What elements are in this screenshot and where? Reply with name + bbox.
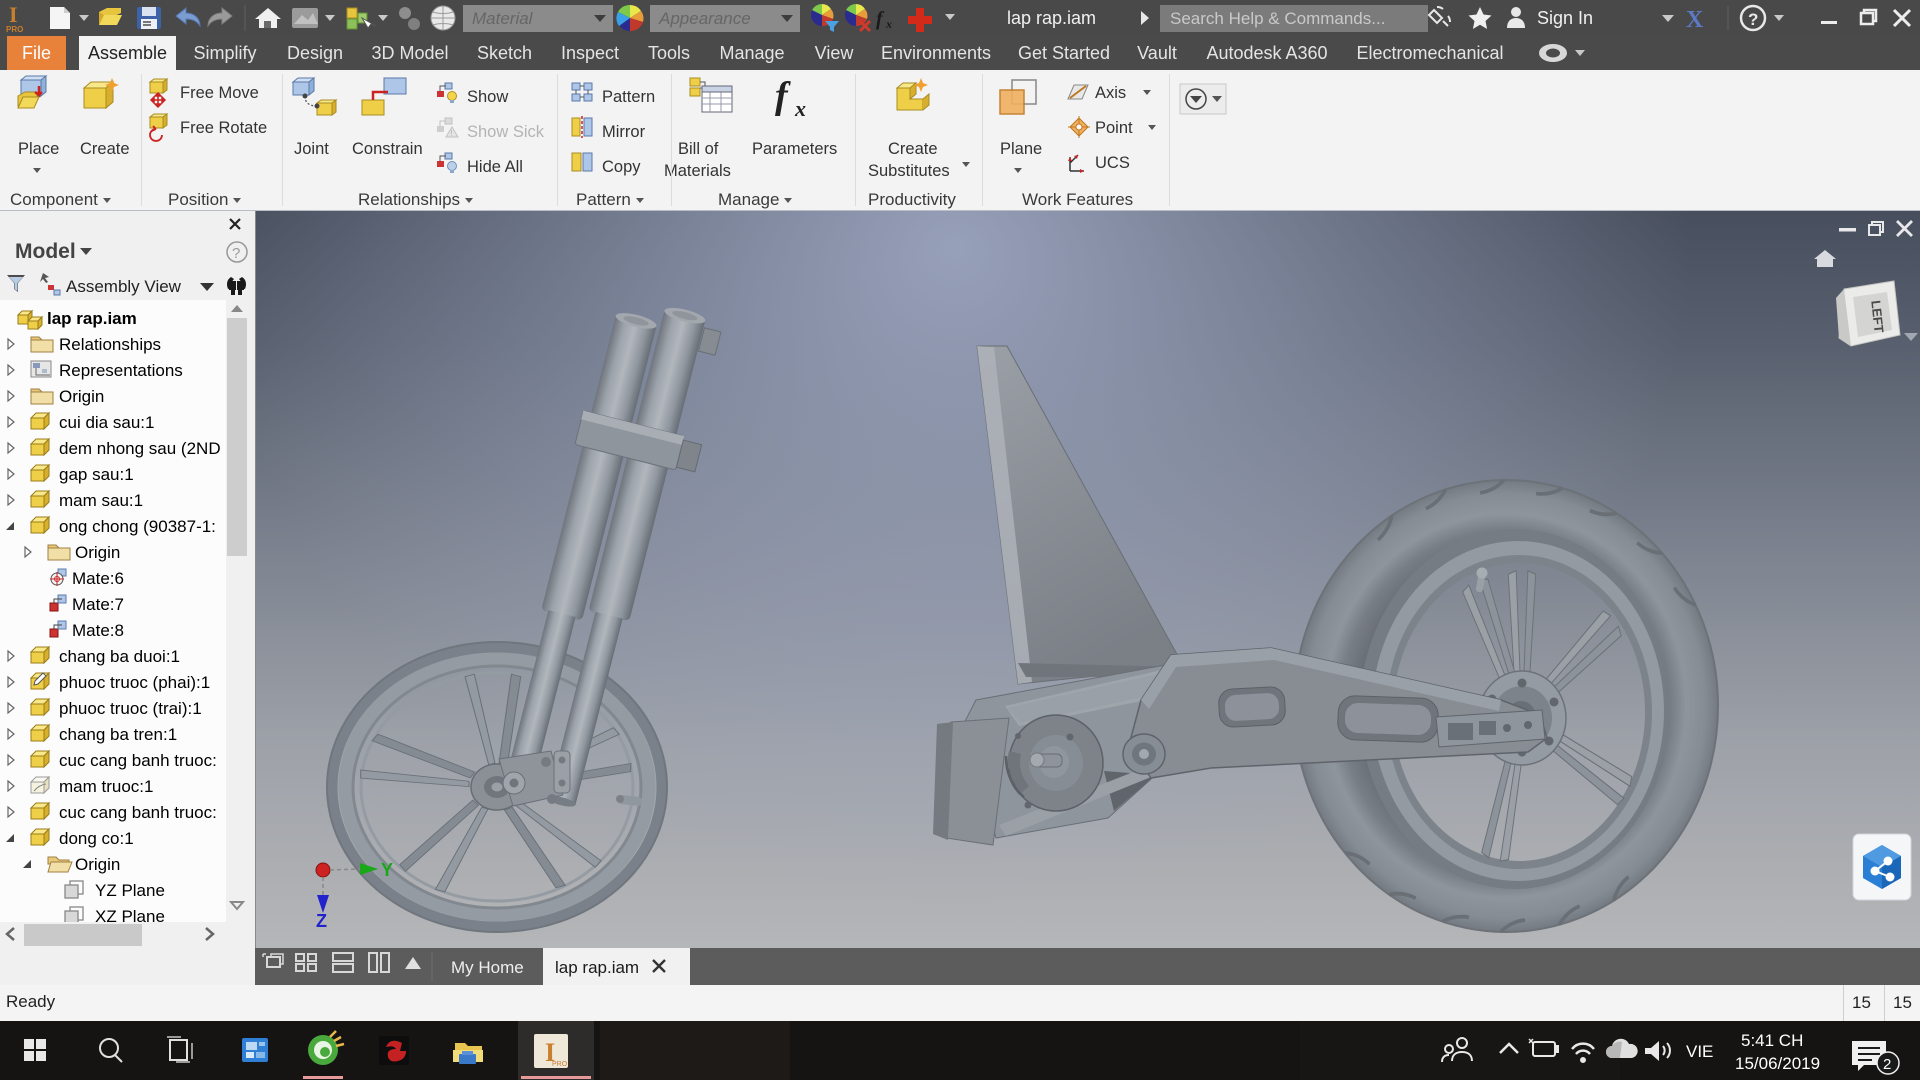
svg-text:Mate:6: Mate:6 <box>72 569 124 588</box>
svg-text:mam sau:1: mam sau:1 <box>59 491 143 510</box>
svg-text:PRO: PRO <box>6 25 23 34</box>
svg-text:Place: Place <box>18 140 59 158</box>
svg-text:I: I <box>9 2 18 27</box>
svg-text:VIE: VIE <box>1686 1042 1713 1061</box>
svg-text:ong chong (90387-1:: ong chong (90387-1: <box>59 517 216 536</box>
svg-text:Origin: Origin <box>75 855 120 874</box>
svg-text:lap rap.iam: lap rap.iam <box>555 958 639 977</box>
svg-text:Origin: Origin <box>75 543 120 562</box>
svg-text:?: ? <box>232 245 240 262</box>
svg-text:Axis: Axis <box>1095 84 1126 102</box>
svg-text:Bill of: Bill of <box>678 140 719 158</box>
svg-text:Search Help & Commands...: Search Help & Commands... <box>1170 9 1385 28</box>
svg-text:X: X <box>1686 7 1704 33</box>
svg-text:Joint: Joint <box>294 140 329 158</box>
svg-text:f: f <box>775 75 791 117</box>
svg-text:?: ? <box>1748 10 1758 29</box>
svg-text:cui dia sau:1: cui dia sau:1 <box>59 413 154 432</box>
svg-text:Substitutes: Substitutes <box>868 162 950 180</box>
svg-text:Show: Show <box>467 88 508 106</box>
svg-text:Pattern: Pattern <box>602 88 655 106</box>
svg-text:x: x <box>794 96 806 121</box>
svg-text:Relationships: Relationships <box>59 335 161 354</box>
svg-text:lap rap.iam: lap rap.iam <box>47 309 137 328</box>
svg-text:phuoc truoc (phai):1: phuoc truoc (phai):1 <box>59 673 210 692</box>
svg-text:cuc cang banh truoc:: cuc cang banh truoc: <box>59 803 217 822</box>
svg-text:Mate:8: Mate:8 <box>72 621 124 640</box>
svg-text:2: 2 <box>1883 1056 1891 1073</box>
svg-text:cuc cang banh truoc:: cuc cang banh truoc: <box>59 751 217 770</box>
svg-text:chang ba duoi:1: chang ba duoi:1 <box>59 647 180 666</box>
svg-text:Origin: Origin <box>59 387 104 406</box>
svg-text:UCS: UCS <box>1095 154 1130 172</box>
svg-text:Copy: Copy <box>602 158 641 176</box>
svg-text:gap sau:1: gap sau:1 <box>59 465 134 484</box>
svg-text:Parameters: Parameters <box>752 140 837 158</box>
svg-text:lap rap.iam: lap rap.iam <box>1007 8 1096 28</box>
svg-text:chang ba tren:1: chang ba tren:1 <box>59 725 177 744</box>
svg-text:Y: Y <box>381 860 393 880</box>
svg-text:Point: Point <box>1095 119 1133 137</box>
svg-text:Representations: Representations <box>59 361 183 380</box>
svg-text:Hide All: Hide All <box>467 158 523 176</box>
svg-text:Sign In: Sign In <box>1537 8 1593 28</box>
svg-text:Create: Create <box>888 140 938 158</box>
svg-text:Mirror: Mirror <box>602 123 646 141</box>
svg-text:5:41 CH: 5:41 CH <box>1741 1031 1803 1050</box>
svg-text:YZ Plane: YZ Plane <box>95 881 165 900</box>
svg-text:Materials: Materials <box>664 162 731 180</box>
svg-text:PRO: PRO <box>552 1061 568 1068</box>
svg-text:Z: Z <box>316 911 327 931</box>
svg-text:15/06/2019: 15/06/2019 <box>1735 1054 1820 1073</box>
svg-text:mam truoc:1: mam truoc:1 <box>59 777 153 796</box>
svg-text:Constrain: Constrain <box>352 140 423 158</box>
svg-text:Plane: Plane <box>1000 140 1042 158</box>
svg-text:Free Rotate: Free Rotate <box>180 119 267 137</box>
svg-text:!: ! <box>451 129 453 138</box>
svg-text:Appearance: Appearance <box>658 9 751 28</box>
svg-text:f: f <box>876 8 885 30</box>
svg-text:dem nhong sau (2ND: dem nhong sau (2ND <box>59 439 221 458</box>
svg-text:Mate:7: Mate:7 <box>72 595 124 614</box>
svg-text:x: x <box>885 17 892 31</box>
svg-text:Create: Create <box>80 140 130 158</box>
svg-text:dong co:1: dong co:1 <box>59 829 134 848</box>
svg-text:Material: Material <box>472 9 534 28</box>
svg-text:Show Sick: Show Sick <box>467 123 545 141</box>
svg-text:Free Move: Free Move <box>180 84 259 102</box>
svg-text:phuoc truoc (trai):1: phuoc truoc (trai):1 <box>59 699 202 718</box>
svg-text:Model: Model <box>15 240 76 263</box>
svg-text:My Home: My Home <box>451 958 524 977</box>
svg-text:Assembly View: Assembly View <box>66 277 182 296</box>
